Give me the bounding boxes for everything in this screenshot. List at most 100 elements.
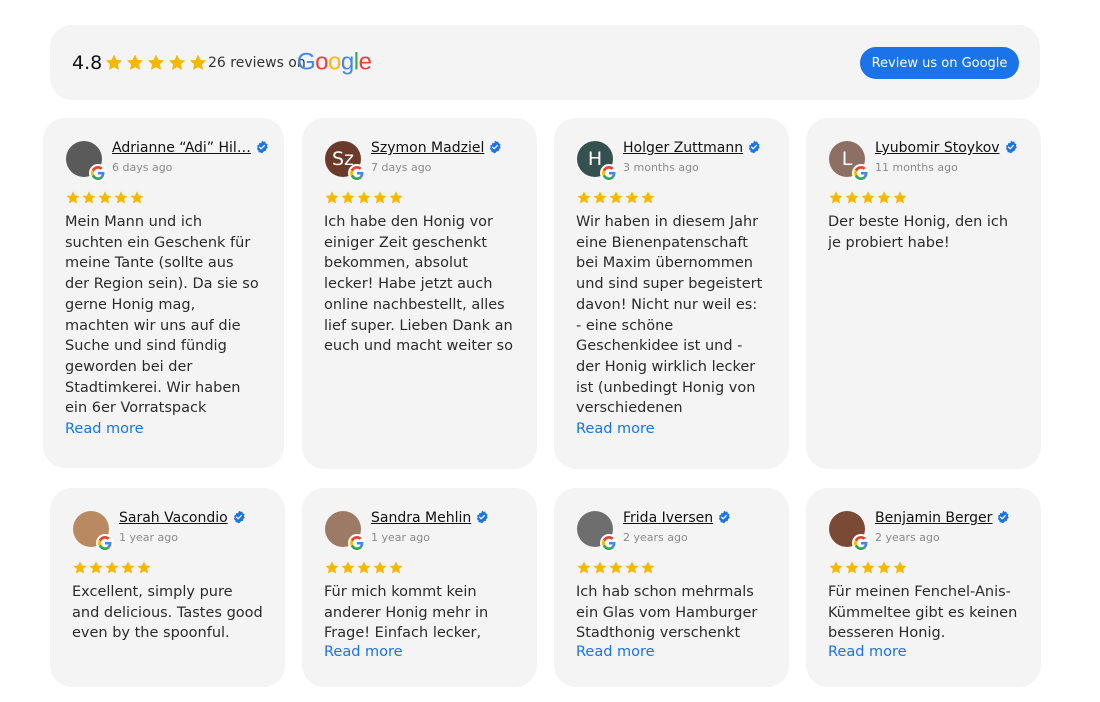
review-card: Sz Szymon Madziel 7 days ago Ich habe den H…	[302, 118, 537, 469]
star-icon	[828, 190, 844, 206]
verified-badge-icon	[475, 510, 489, 524]
star-icon	[372, 560, 388, 576]
review-card: Benjamin Berger 2 years ago Für meinen Fen…	[806, 488, 1041, 687]
star-icon	[356, 560, 372, 576]
google-g-icon	[600, 534, 618, 552]
review-card: Sandra Mehlin 1 year ago Für mich kommt ke…	[302, 488, 537, 687]
star-icon	[104, 560, 120, 576]
reviewer-name: Szymon Madziel	[371, 140, 485, 156]
reviewer-name-link[interactable]: Frida Iversen	[623, 510, 731, 526]
star-icon	[592, 190, 608, 206]
verified-badge-icon	[747, 140, 761, 154]
reviewer-name-link[interactable]: Adrianne “Adi” Hil…	[112, 140, 269, 156]
review-stars	[65, 190, 145, 206]
reviewer-avatar-wrap: Sz	[325, 141, 366, 182]
review-card: Adrianne “Adi” Hil… 6 days ago Mein Mann u…	[43, 118, 284, 468]
verified-badge-icon	[1004, 140, 1018, 154]
review-date: 1 year ago	[371, 531, 430, 544]
google-letter: o	[328, 47, 341, 75]
google-g-icon	[89, 164, 107, 182]
star-icon	[844, 560, 860, 576]
star-icon	[65, 190, 81, 206]
review-text: Für mich kommt kein anderer Honig mehr i…	[324, 584, 489, 642]
google-g-icon	[348, 164, 366, 182]
read-more-link[interactable]: Read more	[65, 421, 144, 437]
reviewer-name-link[interactable]: Sandra Mehlin	[371, 510, 489, 526]
reviewer-avatar-wrap	[577, 511, 618, 552]
star-icon	[828, 560, 844, 576]
reviewer-name-link[interactable]: Lyubomir Stoykov	[875, 140, 1018, 156]
star-icon	[388, 190, 404, 206]
star-icon	[892, 560, 908, 576]
star-icon	[876, 190, 892, 206]
verified-badge-icon	[255, 140, 269, 154]
review-stars	[324, 560, 404, 576]
star-icon	[876, 560, 892, 576]
summary-stars	[104, 53, 208, 73]
star-icon	[356, 190, 372, 206]
reviewer-name-link[interactable]: Sarah Vacondio	[119, 510, 246, 526]
read-more-link[interactable]: Read more	[576, 644, 655, 660]
star-icon	[120, 560, 136, 576]
star-icon	[88, 560, 104, 576]
reviewer-name-link[interactable]: Szymon Madziel	[371, 140, 502, 156]
google-g-icon	[348, 534, 366, 552]
reviewer-name-link[interactable]: Holger Zuttmann	[623, 140, 761, 156]
review-us-on-google-button[interactable]: Review us on Google	[860, 47, 1019, 79]
star-icon	[388, 560, 404, 576]
review-text: Wir haben in diesem Jahr eine Bienenpate…	[576, 214, 763, 417]
star-icon	[576, 190, 592, 206]
review-text: Ich hab schon mehrmals ein Glas vom Hamb…	[576, 584, 758, 642]
review-date: 11 months ago	[875, 161, 958, 174]
google-letter: g	[340, 47, 354, 75]
google-logo: Google	[297, 47, 372, 76]
star-icon	[844, 190, 860, 206]
google-g-icon	[600, 164, 618, 182]
reviews-count: 26 reviews on	[208, 54, 306, 71]
reviewer-avatar-wrap	[325, 511, 366, 552]
review-card: Frida Iversen 2 years ago Ich hab schon me…	[554, 488, 789, 687]
verified-badge-icon	[488, 140, 502, 154]
average-rating: 4.8	[72, 51, 103, 74]
star-icon	[340, 560, 356, 576]
rating-summary-bar: 4.8 26 reviews on Google Review us on Go…	[50, 25, 1040, 100]
star-icon	[372, 190, 388, 206]
reviewer-avatar-wrap: H	[577, 141, 618, 182]
review-text: Mein Mann und ich suchten ein Geschenk f…	[65, 214, 259, 417]
read-more-link[interactable]: Read more	[576, 421, 655, 437]
review-stars	[828, 190, 908, 206]
star-icon	[860, 560, 876, 576]
read-more-link[interactable]: Read more	[324, 644, 403, 660]
google-g-icon	[96, 534, 114, 552]
star-icon	[136, 560, 152, 576]
verified-badge-icon	[996, 510, 1010, 524]
star-icon	[72, 560, 88, 576]
reviewer-name: Lyubomir Stoykov	[875, 140, 1000, 156]
reviewer-name-link[interactable]: Benjamin Berger	[875, 510, 1010, 526]
review-stars	[72, 560, 152, 576]
reviewer-name: Adrianne “Adi” Hil…	[112, 140, 251, 156]
star-icon	[146, 53, 166, 73]
review-text: Ich habe den Honig vor einiger Zeit gesc…	[324, 214, 513, 355]
star-icon	[624, 190, 640, 206]
star-icon	[640, 190, 656, 206]
google-g-icon	[852, 534, 870, 552]
star-icon	[340, 190, 356, 206]
verified-badge-icon	[232, 510, 246, 524]
verified-badge-icon	[717, 510, 731, 524]
star-icon	[324, 190, 340, 206]
star-icon	[188, 53, 208, 73]
reviewer-avatar-wrap	[66, 141, 107, 182]
review-card: H Holger Zuttmann 3 months ago Wir haben in…	[554, 118, 789, 469]
google-g-icon	[852, 164, 870, 182]
star-icon	[81, 190, 97, 206]
star-icon	[892, 190, 908, 206]
star-icon	[576, 560, 592, 576]
reviewer-name: Frida Iversen	[623, 510, 714, 526]
star-icon	[113, 190, 129, 206]
review-text: Excellent, simply pure and delicious. Ta…	[72, 584, 263, 642]
read-more-link[interactable]: Read more	[828, 644, 907, 660]
star-icon	[129, 190, 145, 206]
star-icon	[592, 560, 608, 576]
review-date: 1 year ago	[119, 531, 178, 544]
